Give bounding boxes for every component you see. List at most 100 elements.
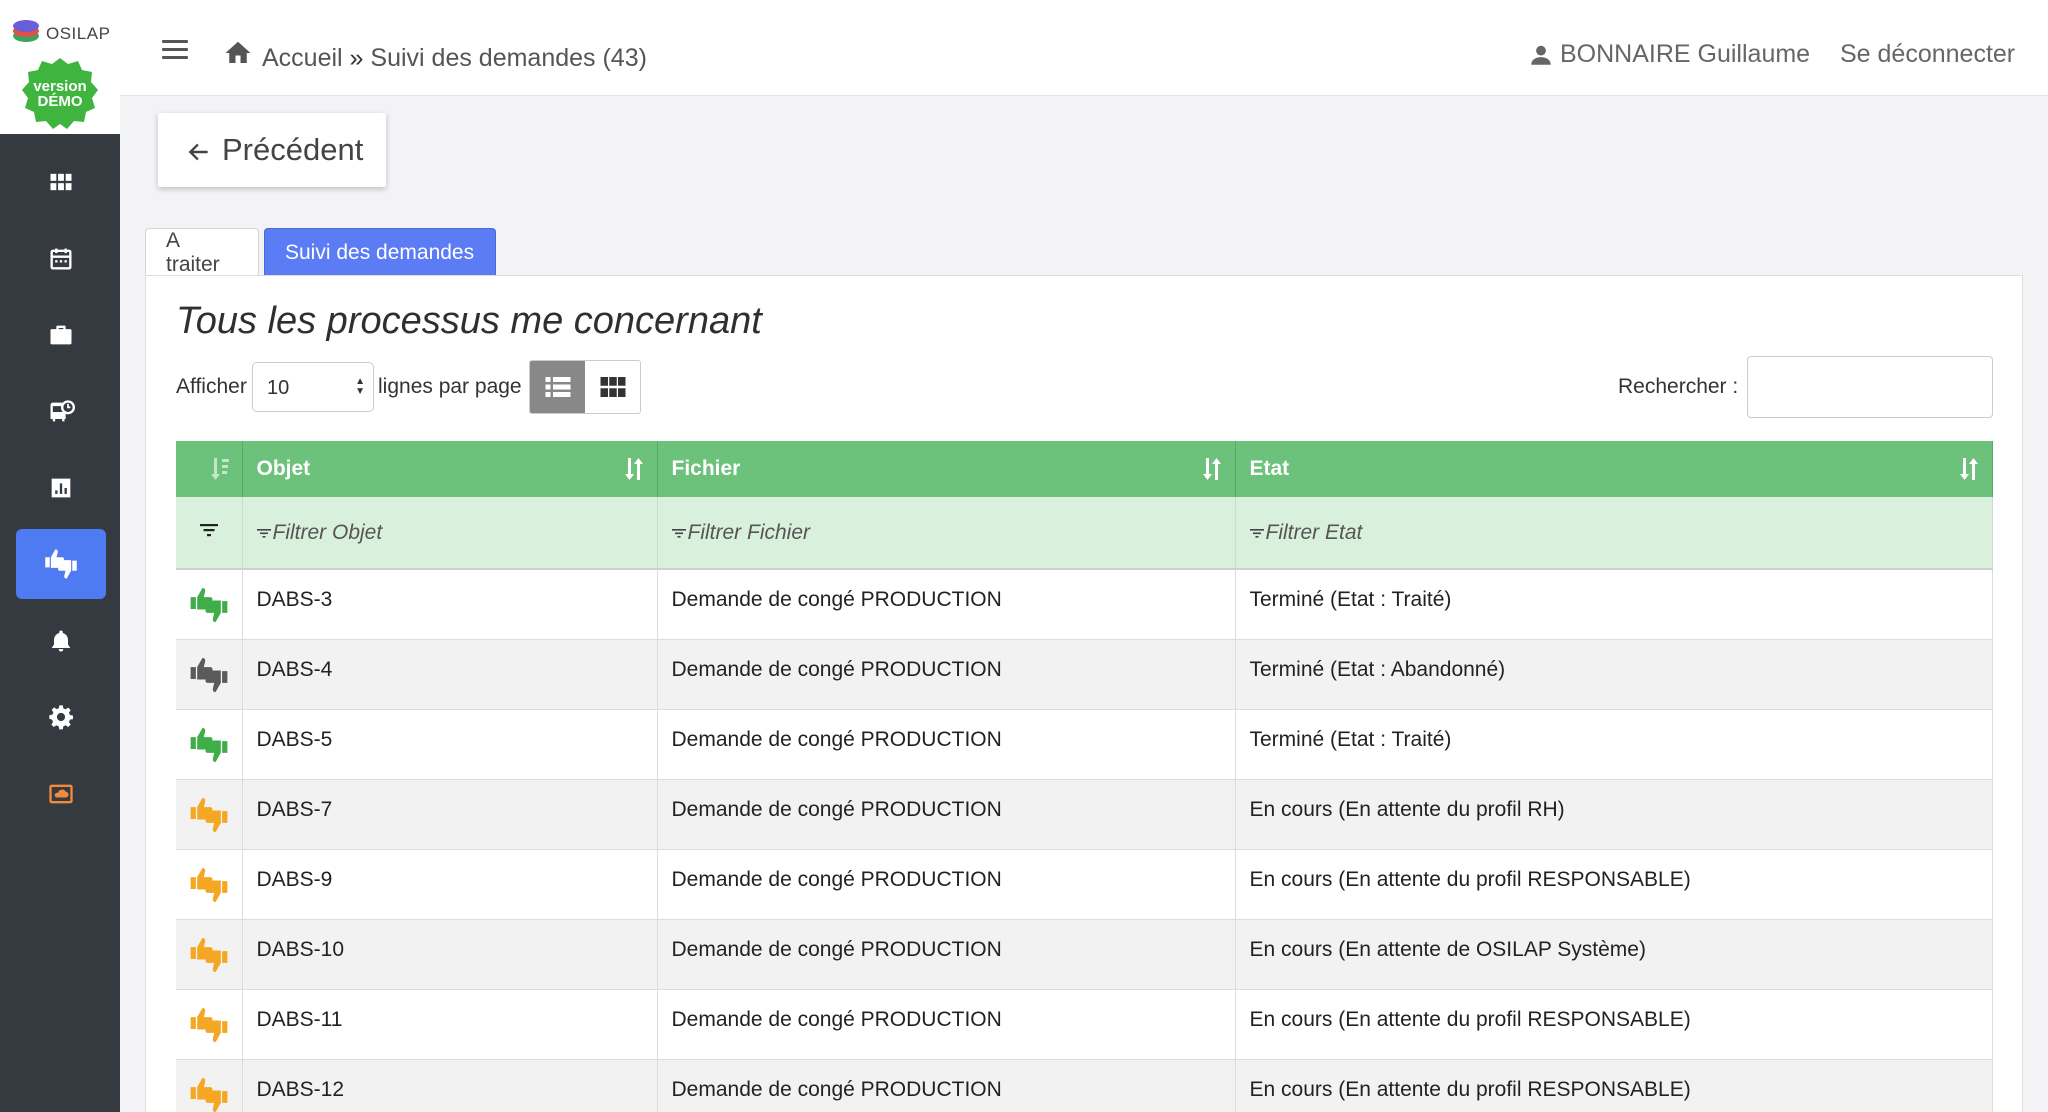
briefcase-icon	[50, 325, 72, 345]
cell-fichier: Demande de congé PRODUCTION	[657, 989, 1236, 1060]
nav-transport[interactable]	[16, 377, 106, 447]
column-header-fichier[interactable]: Fichier	[657, 441, 1236, 497]
thumbs-status-icon	[190, 1007, 228, 1042]
breadcrumb-current: Suivi des demandes (43)	[370, 44, 647, 72]
menu-toggle-icon[interactable]	[162, 40, 188, 60]
top-bar: Accueil » Suivi des demandes (43) BONNAI…	[120, 0, 2048, 96]
search-label: Rechercher :	[1618, 375, 1739, 398]
calendar-icon	[50, 248, 72, 270]
cell-objet: DABS-12	[242, 1059, 658, 1112]
grid-icon	[50, 173, 72, 191]
thumbs-status-icon	[190, 1077, 228, 1112]
tab-a-traiter[interactable]: A traiter	[145, 228, 259, 276]
filter-objet[interactable]: Filtrer Objet	[242, 497, 658, 570]
nav-requests[interactable]	[16, 529, 106, 599]
status-cell	[176, 989, 243, 1060]
user-name: BONNAIRE Guillaume	[1560, 40, 1811, 68]
logout-link[interactable]: Se déconnecter	[1840, 40, 2015, 69]
table-row[interactable]: DABS-10 Demande de congé PRODUCTION En cou…	[176, 919, 1993, 990]
cell-objet: DABS-4	[242, 639, 658, 710]
cell-etat: Terminé (Etat : Traité)	[1235, 709, 1993, 780]
table-row[interactable]: DABS-9 Demande de congé PRODUCTION En cour…	[176, 849, 1993, 920]
column-header-label: Objet	[256, 457, 311, 480]
cell-etat: En cours (En attente de OSILAP Système)	[1235, 919, 1993, 990]
page-length-select[interactable]: 10 ▲ ▼	[252, 362, 374, 412]
cell-etat: En cours (En attente du profil RH)	[1235, 779, 1993, 850]
back-button[interactable]: Précédent	[158, 113, 386, 187]
bus-clock-icon	[50, 400, 75, 422]
page-length-value: 10	[267, 377, 290, 399]
search-input[interactable]	[1747, 356, 1993, 418]
show-label: Afficher	[176, 375, 247, 398]
thumbs-status-icon	[190, 657, 228, 692]
user-menu[interactable]: BONNAIRE Guillaume	[1528, 40, 1810, 69]
logo-area: OSILAP version DÉMO	[0, 0, 120, 134]
view-toggle	[529, 360, 641, 414]
thumbs-status-icon	[190, 937, 228, 972]
nav-projects[interactable]	[16, 300, 106, 370]
badge-line1: version	[33, 78, 87, 95]
home-icon[interactable]	[222, 38, 254, 68]
table-row[interactable]: DABS-7 Demande de congé PRODUCTION En cour…	[176, 779, 1993, 850]
page-title: Tous les processus me concernant	[176, 300, 762, 342]
nav-settings[interactable]	[16, 682, 106, 752]
cell-objet: DABS-5	[242, 709, 658, 780]
table-row[interactable]: DABS-4 Demande de congé PRODUCTION Terminé…	[176, 639, 1993, 710]
status-cell	[176, 1059, 243, 1112]
cell-etat: En cours (En attente du profil RESPONSAB…	[1235, 1059, 1993, 1112]
sort-icon	[624, 458, 643, 480]
sort-icon	[1959, 458, 1978, 480]
tab-suivi-demandes[interactable]: Suivi des demandes	[264, 228, 496, 276]
grid-view-button[interactable]	[585, 361, 640, 413]
thumbs-icon	[45, 549, 77, 579]
filter-etat[interactable]: Filtrer Etat	[1235, 497, 1993, 570]
table-row[interactable]: DABS-11 Demande de congé PRODUCTION En cou…	[176, 989, 1993, 1060]
badge-line2: DÉMO	[37, 93, 83, 110]
filter-icon	[199, 523, 218, 536]
filter-objet-placeholder: Filtrer Objet	[272, 520, 383, 544]
filter-fichier[interactable]: Filtrer Fichier	[657, 497, 1236, 570]
demo-badge: version DÉMO	[22, 58, 98, 130]
breadcrumb-home[interactable]: Accueil	[262, 44, 343, 72]
table-row[interactable]: DABS-5 Demande de congé PRODUCTION Terminé…	[176, 709, 1993, 780]
nav-cloud[interactable]	[16, 759, 106, 829]
list-view-button[interactable]	[530, 361, 585, 413]
filter-toggle-cell[interactable]	[176, 497, 243, 570]
requests-panel: Tous les processus me concernant Affiche…	[145, 275, 2023, 1112]
cell-fichier: Demande de congé PRODUCTION	[657, 779, 1236, 850]
requests-table: Objet Fichier Etat Filtrer Objet Filtrer…	[176, 441, 1993, 1112]
cell-fichier: Demande de congé PRODUCTION	[657, 1059, 1236, 1112]
cell-fichier: Demande de congé PRODUCTION	[657, 639, 1236, 710]
filter-fichier-placeholder: Filtrer Fichier	[687, 520, 811, 544]
user-icon	[1531, 45, 1551, 65]
status-cell	[176, 569, 243, 640]
cell-objet: DABS-7	[242, 779, 658, 850]
table-row[interactable]: DABS-12 Demande de congé PRODUCTION En cou…	[176, 1059, 1993, 1112]
cell-etat: Terminé (Etat : Abandonné)	[1235, 639, 1993, 710]
thumbs-status-icon	[190, 797, 228, 832]
nav-calendar[interactable]	[16, 224, 106, 294]
filter-row: Filtrer Objet Filtrer Fichier Filtrer Et…	[176, 497, 1993, 570]
column-header-etat[interactable]: Etat	[1235, 441, 1993, 497]
bar-chart-icon	[51, 478, 71, 498]
nav-notifications[interactable]	[16, 606, 106, 676]
sidebar: OSILAP version DÉMO	[0, 0, 120, 1112]
bell-icon	[51, 630, 71, 652]
cell-fichier: Demande de congé PRODUCTION	[657, 569, 1236, 640]
column-header-objet[interactable]: Objet	[242, 441, 658, 497]
thumbs-status-icon	[190, 867, 228, 902]
sort-icon	[1202, 458, 1221, 480]
status-cell	[176, 919, 243, 990]
cell-etat: En cours (En attente du profil RESPONSAB…	[1235, 989, 1993, 1060]
table-row[interactable]: DABS-3 Demande de congé PRODUCTION Terminé…	[176, 569, 1993, 640]
gear-icon	[49, 705, 74, 730]
cell-etat: En cours (En attente du profil RESPONSAB…	[1235, 849, 1993, 920]
status-column-header[interactable]	[176, 441, 243, 497]
cell-fichier: Demande de congé PRODUCTION	[657, 709, 1236, 780]
cell-objet: DABS-3	[242, 569, 658, 640]
cloud-screen-icon	[49, 784, 73, 804]
nav-reports[interactable]	[16, 453, 106, 523]
nav-dashboard[interactable]	[16, 147, 106, 217]
cell-fichier: Demande de congé PRODUCTION	[657, 849, 1236, 920]
cell-objet: DABS-11	[242, 989, 658, 1060]
